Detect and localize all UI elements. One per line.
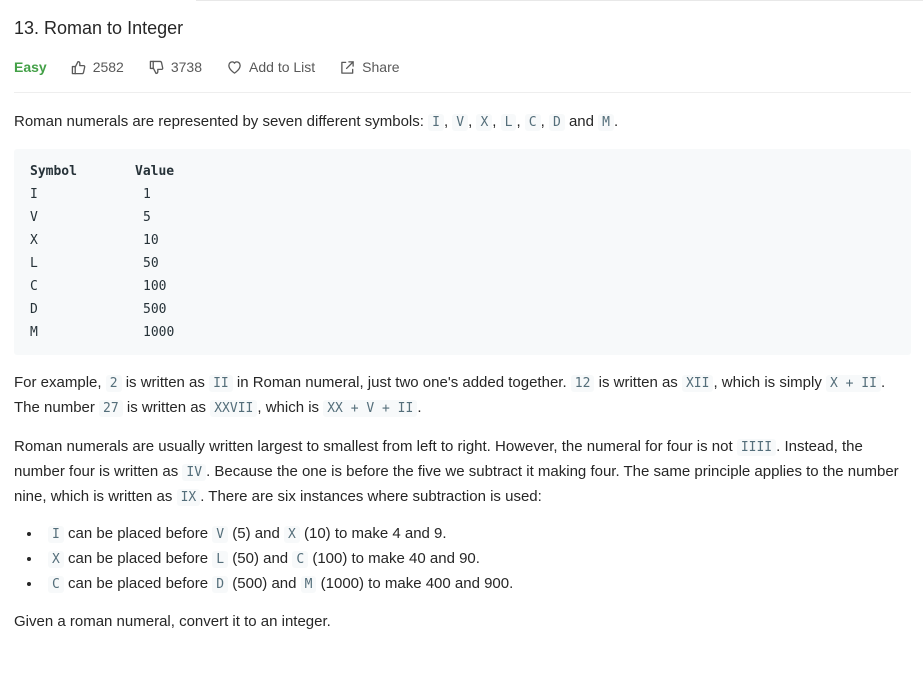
- inline-code: X + II: [826, 375, 881, 392]
- rule-text: can be placed before: [63, 550, 213, 567]
- subtraction-paragraph: Roman numerals are usually written large…: [14, 435, 911, 510]
- symbol-value-table: Symbol Value I 1 V 5 X 10 L 50 C 100 D 5…: [14, 149, 911, 355]
- rule-text: (100) to make 40 and 90.: [308, 550, 480, 567]
- example-text: , which is simply: [713, 374, 826, 391]
- intro-text: Roman numerals are represented by seven …: [14, 113, 429, 130]
- example-paragraph: For example, 2 is written as II in Roman…: [14, 371, 911, 421]
- subtraction-text: Roman numerals are usually written large…: [14, 438, 737, 455]
- example-text: is written as: [121, 374, 210, 391]
- intro-sep: ,: [492, 113, 501, 130]
- row-value: 500: [143, 302, 167, 317]
- intro-sep: ,: [516, 113, 525, 130]
- header-symbol: Symbol: [30, 164, 77, 179]
- row-symbol: D: [30, 302, 38, 317]
- problem-title: 13. Roman to Integer: [14, 18, 184, 38]
- dislike-count: 3738: [170, 59, 203, 75]
- inline-code: C: [292, 551, 309, 568]
- subtraction-rules-list: I can be placed before V (5) and X (10) …: [14, 522, 513, 597]
- dislike-button[interactable]: 3738: [149, 59, 202, 75]
- example-text: is written as: [594, 374, 682, 391]
- inline-code: C: [48, 576, 64, 593]
- inline-code: V: [452, 114, 469, 131]
- inline-code: II: [209, 375, 233, 392]
- intro-paragraph: Roman numerals are represented by seven …: [14, 110, 911, 135]
- inline-code: D: [548, 114, 565, 131]
- row-symbol: L: [30, 256, 38, 271]
- share-label: Share: [362, 59, 400, 75]
- inline-code: 2: [105, 375, 122, 392]
- inline-code: 12: [570, 375, 595, 392]
- header-value: Value: [135, 164, 175, 179]
- list-item: I can be placed before V (5) and X (10) …: [42, 522, 513, 547]
- inline-code: D: [212, 576, 229, 593]
- intro-sep: .: [614, 113, 619, 130]
- difficulty-badge: Easy: [14, 59, 47, 75]
- inline-code: X: [48, 551, 64, 568]
- example-text: is written as: [122, 399, 211, 416]
- rule-text: can be placed before: [63, 575, 213, 592]
- row-symbol: C: [30, 279, 38, 294]
- subtraction-text: . There are six instances where subtract…: [200, 488, 542, 505]
- inline-code: 27: [99, 400, 123, 417]
- inline-code: IIII: [736, 439, 777, 456]
- row-symbol: X: [30, 233, 38, 248]
- rule-text: (50) and: [228, 550, 293, 567]
- share-icon: [341, 60, 354, 74]
- inline-code: V: [212, 526, 229, 543]
- divider: [14, 92, 911, 93]
- list-item: X can be placed before L (50) and C (100…: [42, 547, 513, 572]
- example-text: .: [417, 399, 422, 416]
- inline-code: I: [48, 526, 64, 543]
- intro-sep: and: [564, 113, 599, 130]
- inline-code: C: [524, 114, 541, 131]
- add-to-list-label: Add to List: [249, 59, 316, 75]
- inline-code: M: [300, 576, 317, 593]
- inline-code: XII: [681, 375, 714, 392]
- row-value: 100: [143, 279, 167, 294]
- share-button[interactable]: Share: [340, 59, 400, 75]
- inline-code: L: [500, 114, 517, 131]
- table-header: Symbol Value: [30, 163, 230, 181]
- top-border: [196, 0, 923, 1]
- rule-text: (10) to make 4 and 9.: [299, 525, 447, 542]
- rule-text: can be placed before: [63, 525, 213, 542]
- intro-sep: ,: [540, 113, 549, 130]
- thumbs-up-icon: [71, 60, 86, 74]
- example-text: in Roman numeral, just two one's added t…: [232, 374, 571, 391]
- example-text: For example,: [14, 374, 106, 391]
- inline-code: L: [212, 551, 229, 568]
- row-symbol: V: [30, 210, 38, 225]
- inline-code: XX + V + II: [323, 400, 418, 417]
- task-paragraph: Given a roman numeral, convert it to an …: [14, 613, 331, 630]
- inline-code: X: [283, 526, 300, 543]
- row-value: 1000: [143, 325, 175, 340]
- row-value: 5: [143, 210, 151, 225]
- row-symbol: I: [30, 187, 38, 202]
- inline-code: IV: [182, 464, 207, 481]
- heart-icon: [228, 60, 241, 74]
- inline-code: X: [476, 114, 493, 131]
- row-value: 10: [143, 233, 159, 248]
- row-value: 50: [143, 256, 159, 271]
- rule-text: (500) and: [228, 575, 301, 592]
- like-count: 2582: [92, 59, 124, 75]
- example-text: , which is: [257, 399, 324, 416]
- inline-code: I: [428, 114, 444, 131]
- thumbs-down-icon: [149, 60, 164, 74]
- row-value: 1: [143, 187, 151, 202]
- inline-code: XXVII: [210, 400, 258, 417]
- list-item: C can be placed before D (500) and M (10…: [42, 572, 513, 597]
- inline-code: IX: [176, 489, 201, 506]
- problem-meta-row: Easy 2582 3738 Add to List Share: [14, 57, 425, 77]
- inline-code: M: [598, 114, 614, 131]
- rule-text: (5) and: [228, 525, 284, 542]
- row-symbol: M: [30, 325, 38, 340]
- like-button[interactable]: 2582: [71, 59, 124, 75]
- add-to-list-button[interactable]: Add to List: [227, 59, 315, 75]
- rule-text: (1000) to make 400 and 900.: [316, 575, 514, 592]
